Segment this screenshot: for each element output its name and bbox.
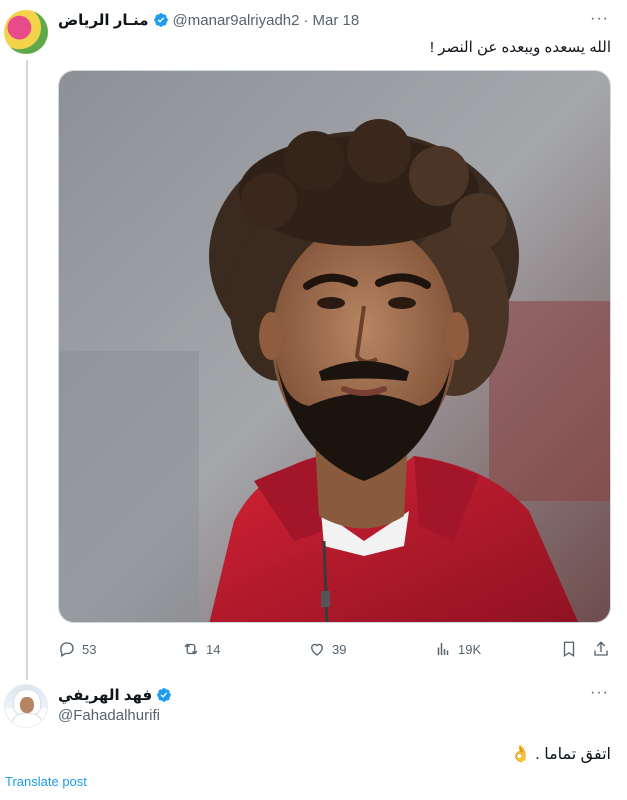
avatar[interactable] bbox=[4, 684, 48, 728]
tweet-text: اتفق تماما . 👌 bbox=[511, 744, 611, 764]
more-options-icon[interactable]: ··· bbox=[590, 10, 609, 28]
repost-icon bbox=[184, 643, 198, 655]
avatar[interactable] bbox=[4, 10, 48, 54]
like-button[interactable]: 39 bbox=[308, 640, 346, 658]
tweet-actions-bar: 53 14 39 19K bbox=[58, 638, 611, 660]
share-icon bbox=[594, 641, 608, 656]
tweet-text: الله يسعده ويبعده عن النصر ! bbox=[429, 39, 611, 56]
display-name[interactable]: منـار الرياض bbox=[58, 11, 149, 29]
heart-icon bbox=[311, 643, 323, 656]
repost-button[interactable]: 14 bbox=[182, 640, 220, 658]
avatar-face bbox=[20, 697, 34, 713]
tweet-header: فهد الهريفي bbox=[58, 686, 172, 704]
user-handle[interactable]: @manar9alriyadh2 bbox=[173, 12, 300, 29]
separator-dot: · bbox=[303, 11, 309, 29]
reply-count: 53 bbox=[82, 641, 97, 657]
ok-hand-emoji: 👌 bbox=[510, 746, 531, 763]
user-handle[interactable]: @Fahadalhurifi bbox=[58, 707, 160, 724]
avatar-thobe bbox=[11, 713, 43, 727]
bookmark-button[interactable] bbox=[560, 640, 578, 658]
reply-button[interactable]: 53 bbox=[58, 640, 96, 658]
verified-badge-icon bbox=[157, 688, 172, 702]
verified-badge-icon bbox=[153, 13, 168, 27]
player-portrait-image bbox=[59, 71, 610, 622]
translate-post-link[interactable]: Translate post bbox=[5, 774, 87, 789]
views-button[interactable]: 19K bbox=[434, 640, 481, 658]
display-name[interactable]: فهد الهريفي bbox=[58, 686, 152, 704]
analytics-icon bbox=[437, 643, 449, 655]
tweet-text-body: اتفق تماما . bbox=[535, 746, 611, 763]
tweet-photo[interactable] bbox=[58, 70, 611, 623]
tweet-header: منـار الرياض @manar9alriyadh2 · Mar 18 bbox=[58, 11, 360, 30]
post-date[interactable]: Mar 18 bbox=[313, 12, 360, 29]
like-count: 39 bbox=[332, 641, 347, 657]
reply-icon bbox=[60, 642, 74, 657]
bookmark-icon bbox=[563, 641, 575, 658]
share-button[interactable] bbox=[592, 640, 610, 658]
repost-count: 14 bbox=[206, 641, 221, 657]
more-options-icon[interactable]: ··· bbox=[590, 684, 609, 702]
thread-connector-line bbox=[26, 60, 28, 680]
view-count: 19K bbox=[458, 641, 482, 657]
